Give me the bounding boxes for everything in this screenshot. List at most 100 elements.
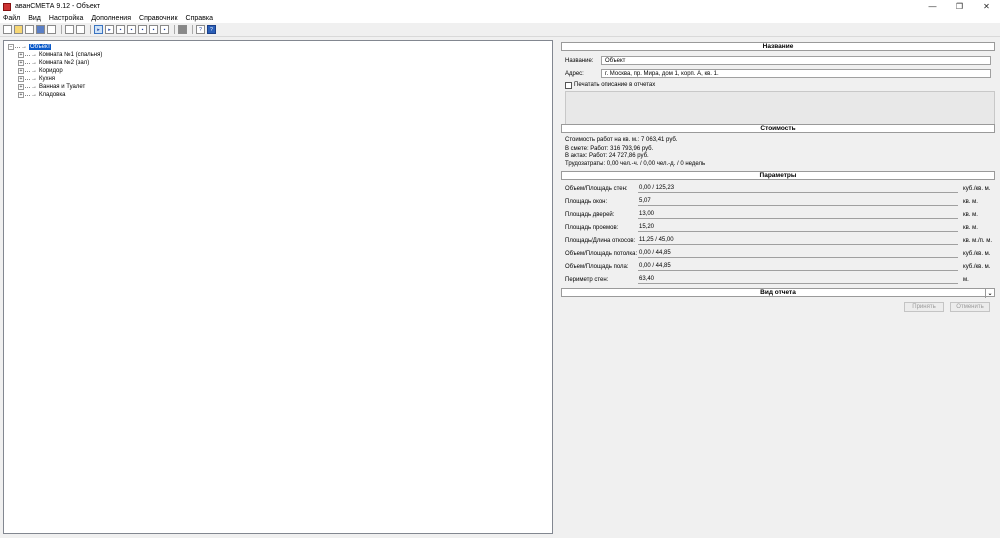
param-value[interactable]: 0,00 / 44,85 bbox=[638, 263, 958, 271]
tree-item[interactable]: + → Комната №2 (зал) bbox=[18, 59, 89, 67]
cost-section-header[interactable]: Стоимость bbox=[561, 124, 995, 133]
tree-item[interactable]: + → Комната №1 (спальня) bbox=[18, 51, 102, 59]
print-icon[interactable] bbox=[76, 25, 85, 34]
tree-root[interactable]: − → Объект bbox=[8, 43, 52, 51]
window-title: аванСМЕТА 9.12 - Объект bbox=[15, 3, 101, 10]
tree-item-label[interactable]: Кухня bbox=[39, 76, 55, 82]
param-value[interactable]: 5,07 bbox=[638, 198, 958, 206]
nav-room-icon[interactable]: ▸ bbox=[105, 25, 114, 34]
labor-costs: Трудозатраты: 0,00 чел.-ч. / 0,00 чел.-д… bbox=[565, 161, 706, 167]
save-icon[interactable] bbox=[36, 25, 45, 34]
new-file-icon[interactable] bbox=[3, 25, 12, 34]
param-row: Объем/Площадь потолка: 0,00 / 44,85 куб.… bbox=[561, 248, 995, 260]
expand-icon[interactable]: + bbox=[18, 76, 24, 82]
param-row: Площадь проемов: 15,20 кв. м. bbox=[561, 222, 995, 234]
name-label: Название: bbox=[565, 58, 594, 64]
menu-reference[interactable]: Справочник bbox=[139, 15, 178, 22]
param-unit: кв. м. bbox=[963, 212, 978, 218]
toolbar-separator bbox=[192, 25, 193, 34]
toolbar-separator bbox=[90, 25, 91, 34]
expand-icon[interactable]: + bbox=[18, 52, 24, 58]
param-label: Площадь/Длина откосов: bbox=[565, 238, 636, 244]
tree-item[interactable]: + → Коридор bbox=[18, 67, 63, 75]
name-section-header[interactable]: Название bbox=[561, 42, 995, 51]
param-row: Площадь окон: 5,07 кв. м. bbox=[561, 196, 995, 208]
arrow-icon: → bbox=[31, 60, 37, 66]
param-row: Объем/Площадь стен: 0,00 / 125,23 куб./к… bbox=[561, 183, 995, 195]
cost-in-acts: В актах: Работ: 24 727,86 руб. bbox=[565, 153, 649, 159]
report-view-header[interactable]: Вид отчета ⌄ bbox=[561, 288, 995, 298]
print-description-checkbox[interactable] bbox=[565, 82, 572, 89]
apply-button[interactable]: Принять bbox=[904, 302, 944, 312]
nav-m2-icon[interactable]: ▪ bbox=[127, 25, 136, 34]
tree-item-label[interactable]: Ванная и Туалет bbox=[39, 84, 85, 90]
tree-item[interactable]: + → Кладовка bbox=[18, 91, 65, 99]
nav-m1-icon[interactable]: ▪ bbox=[116, 25, 125, 34]
expand-icon[interactable]: + bbox=[18, 68, 24, 74]
param-value[interactable]: 0,00 / 125,23 bbox=[638, 185, 958, 193]
help-book-icon[interactable]: ? bbox=[196, 25, 205, 34]
param-label: Площадь дверей: bbox=[565, 212, 615, 218]
address-input[interactable]: г. Москва, пр. Мира, дом 1, корп. А, кв.… bbox=[601, 69, 991, 78]
param-row: Периметр стен: 63,40 м. bbox=[561, 274, 995, 286]
name-input[interactable]: Объект bbox=[601, 56, 991, 65]
param-value[interactable]: 63,40 bbox=[638, 276, 958, 284]
param-unit: м. bbox=[963, 277, 969, 283]
toolbar-separator bbox=[61, 25, 62, 34]
tree-item-label[interactable]: Комната №1 (спальня) bbox=[39, 52, 102, 58]
tree-item-label[interactable]: Комната №2 (зал) bbox=[39, 60, 89, 66]
collapse-icon[interactable]: − bbox=[8, 44, 14, 50]
expand-icon[interactable]: + bbox=[18, 84, 24, 90]
menu-settings[interactable]: Настройка bbox=[49, 15, 83, 22]
window-icon[interactable] bbox=[25, 25, 34, 34]
menu-file[interactable]: Файл bbox=[3, 15, 20, 22]
menu-view[interactable]: Вид bbox=[28, 15, 41, 22]
param-label: Периметр стен: bbox=[565, 277, 609, 283]
help-icon[interactable]: ? bbox=[207, 25, 216, 34]
cost-per-sqm: Стоимость работ на кв. м.: 7 063,41 руб. bbox=[565, 137, 678, 143]
param-value[interactable]: 0,00 / 44,85 bbox=[638, 250, 958, 258]
arrow-icon: → bbox=[31, 52, 37, 58]
cancel-button[interactable]: Отменить bbox=[950, 302, 990, 312]
tree-item[interactable]: + → Кухня bbox=[18, 75, 55, 83]
expand-icon[interactable]: + bbox=[18, 92, 24, 98]
nav-object-icon[interactable]: ▸ bbox=[94, 25, 103, 34]
param-unit: куб./кв. м. bbox=[963, 186, 991, 192]
menu-addons[interactable]: Дополнения bbox=[91, 15, 131, 22]
params-section-header[interactable]: Параметры bbox=[561, 171, 995, 180]
open-folder-icon[interactable] bbox=[14, 25, 23, 34]
param-unit: кв. м. bbox=[963, 199, 978, 205]
minimize-button[interactable]: — bbox=[919, 0, 946, 13]
chevron-down-icon[interactable]: ⌄ bbox=[985, 289, 994, 298]
param-unit: куб./кв. м. bbox=[963, 251, 991, 257]
description-textarea[interactable] bbox=[565, 91, 995, 126]
arrow-icon: → bbox=[31, 92, 37, 98]
param-value[interactable]: 13,00 bbox=[638, 211, 958, 219]
trash-icon[interactable] bbox=[178, 25, 187, 34]
title-bar: аванСМЕТА 9.12 - Объект — ❐ ✕ bbox=[0, 0, 1000, 13]
param-value[interactable]: 15,20 bbox=[638, 224, 958, 232]
print-preview-icon[interactable] bbox=[65, 25, 74, 34]
maximize-button[interactable]: ❐ bbox=[946, 0, 973, 13]
menu-help[interactable]: Справка bbox=[186, 15, 213, 22]
param-unit: кв. м./п. м. bbox=[963, 238, 992, 244]
tree-item-label[interactable]: Кладовка bbox=[39, 92, 65, 98]
tree-item[interactable]: + → Ванная и Туалет bbox=[18, 83, 85, 91]
nav-m3-icon[interactable]: ▪ bbox=[138, 25, 147, 34]
tree-item-label[interactable]: Коридор bbox=[39, 68, 63, 74]
param-row: Площадь дверей: 13,00 кв. м. bbox=[561, 209, 995, 221]
save-as-icon[interactable] bbox=[47, 25, 56, 34]
expand-icon[interactable]: + bbox=[18, 60, 24, 66]
nav-m4-icon[interactable]: ▪ bbox=[149, 25, 158, 34]
param-value[interactable]: 11,25 / 45,00 bbox=[638, 237, 958, 245]
cost-in-estimate: В смете: Работ: 316 793,96 руб. bbox=[565, 146, 654, 152]
tree-root-label[interactable]: Объект bbox=[29, 44, 52, 50]
nav-m5-icon[interactable]: ▪ bbox=[160, 25, 169, 34]
param-unit: кв. м. bbox=[963, 225, 978, 231]
window-controls: — ❐ ✕ bbox=[919, 0, 1000, 13]
print-description-label[interactable]: Печатать описание в отчетах bbox=[574, 82, 655, 88]
close-button[interactable]: ✕ bbox=[973, 0, 1000, 13]
toolbar: ▸ ▸ ▪ ▪ ▪ ▪ ▪ ? ? bbox=[0, 23, 1000, 37]
object-tree[interactable]: − → Объект + → Комната №1 (спальня) + → … bbox=[3, 40, 553, 534]
param-label: Объем/Площадь стен: bbox=[565, 186, 628, 192]
